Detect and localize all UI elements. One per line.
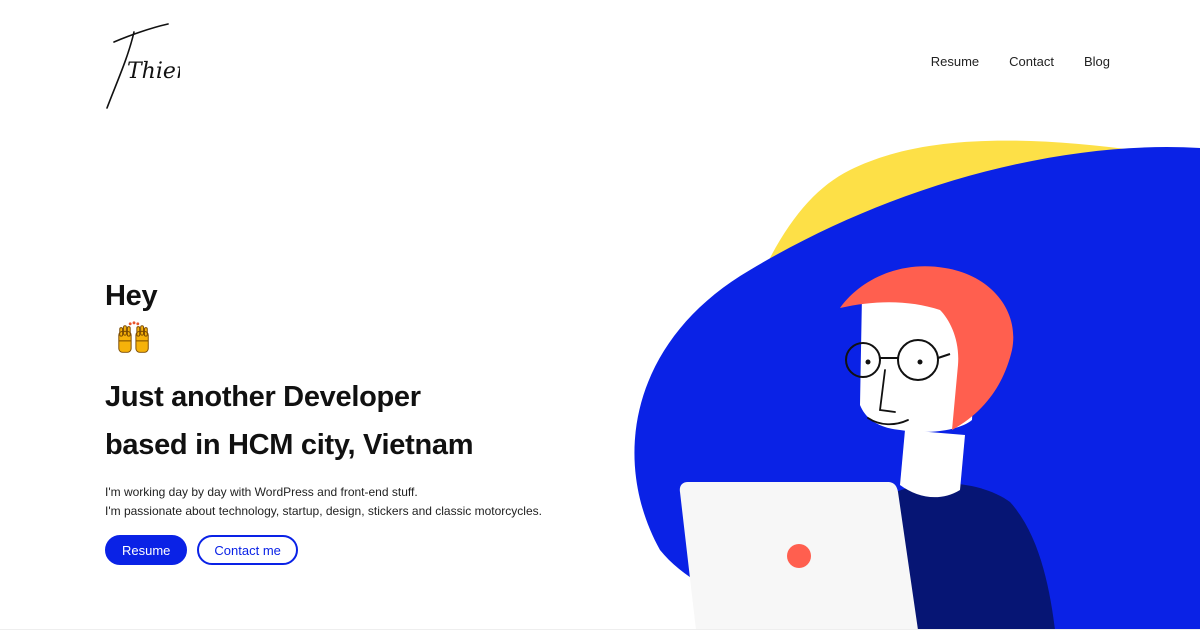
hero-section: Hey Just another Developer based in HCM …: [105, 272, 625, 565]
contact-me-button[interactable]: Contact me: [197, 535, 298, 565]
hero-line-1: Hey: [105, 272, 625, 373]
hero-buttons: Resume Contact me: [105, 535, 625, 565]
hero-line-3: based in HCM city, Vietnam: [105, 429, 474, 461]
laptop-logo-dot: [787, 544, 811, 568]
hero-description-line-2: I'm passionate about technology, startup…: [105, 504, 542, 518]
signature-logo-graphic: Thien: [106, 23, 190, 109]
raising-hands-icon: [118, 321, 149, 353]
hero-heading: Hey Just another Developer based in HCM …: [105, 272, 625, 469]
neck: [900, 430, 965, 498]
logo-text: Thien: [127, 59, 180, 84]
site-logo[interactable]: Thien: [100, 18, 190, 113]
hero-line-2: Just another Developer: [105, 381, 421, 413]
hero-illustration: [600, 130, 1200, 630]
nav-item-blog[interactable]: Blog: [1054, 54, 1110, 69]
main-nav: Resume Contact Blog: [901, 54, 1110, 69]
resume-button[interactable]: Resume: [105, 535, 188, 565]
greeting-text: Hey: [105, 280, 158, 312]
hero-description-line-1: I'm working day by day with WordPress an…: [105, 485, 418, 499]
nav-item-resume[interactable]: Resume: [901, 54, 979, 69]
nav-item-contact[interactable]: Contact: [979, 54, 1054, 69]
hero-description: I'm working day by day with WordPress an…: [105, 483, 625, 521]
